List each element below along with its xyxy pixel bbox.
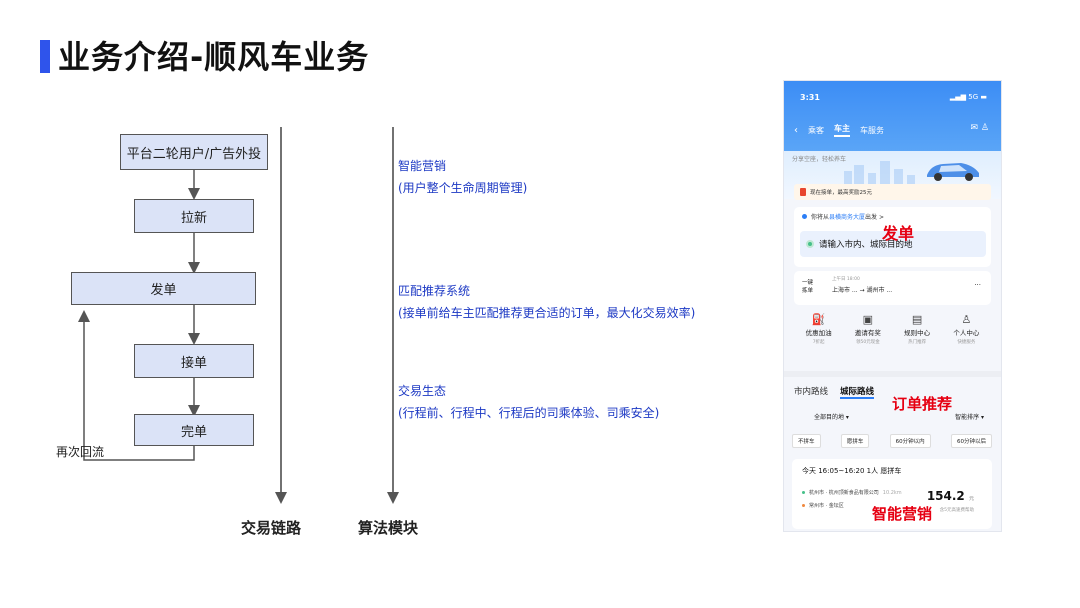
history-time: 上午日 18:00 bbox=[832, 277, 860, 282]
reward-text: 现在接单，最高奖励25元 bbox=[810, 190, 872, 196]
filter-chips: 不拼车 愿拼车 60分钟以内 60分钟以后 bbox=[792, 434, 992, 448]
service-fuel-label: 优惠加油 bbox=[805, 329, 832, 337]
service-invite[interactable]: ▣ 邀请有奖 领50元现金 bbox=[845, 313, 890, 363]
origin-dot-icon bbox=[802, 214, 807, 219]
service-fuel-sub: 7折起 bbox=[812, 340, 825, 345]
callout-dispatch: 发单 bbox=[882, 224, 915, 243]
loop-label: 再次回流 bbox=[56, 445, 105, 459]
profile-icon[interactable]: ♙ bbox=[981, 123, 989, 133]
service-profile-sub: 快捷服务 bbox=[957, 340, 976, 345]
destination-dot-icon bbox=[806, 240, 814, 248]
callout-marketing: 智能营销 bbox=[872, 505, 933, 523]
service-grid: ⛽ 优惠加油 7折起 ▣ 邀请有奖 领50元现金 ▤ 规则中心 热门推荐 ♙ 个… bbox=[794, 313, 991, 363]
chip-within-60[interactable]: 60分钟以内 bbox=[889, 434, 931, 448]
service-invite-sub: 领50元现金 bbox=[856, 340, 880, 345]
app-screenshot: 3:31 ▂▄▆ 5G ▬ ‹ 乘客 车主 车服务 ✉ ♙ 分享空座，轻松养车 … bbox=[783, 80, 1002, 532]
tab-city-route[interactable]: 市内路线 bbox=[794, 385, 828, 399]
service-fuel[interactable]: ⛽ 优惠加油 7折起 bbox=[796, 313, 841, 363]
algo-marketing-desc: (用户整个生命周期管理) bbox=[398, 181, 528, 195]
history-route-text: 上海市 ... → 湖州市 ... bbox=[832, 287, 893, 294]
chip-carpool[interactable]: 愿拼车 bbox=[840, 434, 870, 448]
history-route[interactable]: 一键 拣单 上午日 18:00 上海市 ... → 湖州市 ... ··· bbox=[794, 271, 991, 305]
service-rules-sub: 热门推荐 bbox=[908, 340, 927, 345]
flow-box-dispatch: 发单 bbox=[71, 272, 256, 305]
order-destination: 常州市 · 金坛区 bbox=[802, 502, 844, 509]
flow-box-acquire: 拉新 bbox=[134, 199, 254, 233]
algorithm-label: 算法模块 bbox=[358, 519, 419, 537]
more-icon[interactable]: ··· bbox=[974, 281, 981, 289]
reward-notice[interactable]: 现在接单，最高奖励25元 bbox=[794, 184, 991, 200]
quick-pick-label: 一键 拣单 bbox=[802, 280, 814, 294]
tab-passenger[interactable]: 乘客 bbox=[808, 125, 824, 136]
service-invite-label: 邀请有奖 bbox=[854, 329, 881, 337]
gift-icon: ▣ bbox=[862, 313, 874, 326]
algo-matching: 匹配推荐系统 (接单前给车主匹配推荐更合适的订单，最大化交易效率) bbox=[398, 280, 695, 324]
destination-filter[interactable]: 全部目的地 ▾ bbox=[814, 412, 849, 421]
chip-after-60[interactable]: 60分钟以后 bbox=[950, 434, 992, 448]
sort-filter[interactable]: 智能排序 ▾ bbox=[955, 412, 984, 421]
rules-icon: ▤ bbox=[911, 313, 923, 326]
algo-ecosystem-name: 交易生态 bbox=[398, 384, 447, 398]
chip-no-carpool[interactable]: 不拼车 bbox=[792, 434, 821, 448]
banner-text: 分享空座，轻松养车 bbox=[792, 156, 847, 163]
flow-box-source: 平台二轮用户/广告外投 bbox=[120, 134, 268, 170]
service-profile[interactable]: ♙ 个人中心 快捷服务 bbox=[944, 313, 989, 363]
algo-marketing: 智能营销 (用户整个生命周期管理) bbox=[398, 155, 527, 199]
service-rules-label: 规则中心 bbox=[904, 329, 931, 337]
algo-ecosystem-desc: (行程前、行程中、行程后的司乘体验、司乘安全) bbox=[398, 406, 660, 420]
message-icon[interactable]: ✉ bbox=[971, 123, 979, 133]
flow-box-complete: 完单 bbox=[134, 414, 254, 446]
tab-driver[interactable]: 车主 bbox=[834, 123, 850, 137]
callout-recommend: 订单推荐 bbox=[892, 395, 953, 413]
order-header: 今天 16:05~16:20 1人 愿拼车 bbox=[802, 467, 902, 475]
order-price: 154.2 元 bbox=[926, 489, 974, 503]
gas-station-icon: ⛽ bbox=[811, 313, 826, 326]
section-divider bbox=[784, 371, 1001, 377]
origin-line[interactable]: 你将从县横商务大厦出发 > bbox=[802, 212, 884, 221]
header-icons: ✉ ♙ bbox=[971, 123, 990, 133]
status-network: ▂▄▆ 5G ▬ bbox=[949, 93, 987, 101]
order-price-note: 含5元高速费帮助 bbox=[939, 508, 974, 513]
origin-link[interactable]: 县横商务大厦 bbox=[829, 214, 865, 221]
app-header: 3:31 ▂▄▆ 5G ▬ ‹ 乘客 车主 车服务 ✉ ♙ bbox=[784, 81, 1001, 151]
flow-box-accept: 接单 bbox=[134, 344, 254, 378]
car-icon bbox=[927, 163, 979, 181]
tab-intercity-route[interactable]: 城际路线 bbox=[840, 385, 875, 399]
algo-matching-desc: (接单前给车主匹配推荐更合适的订单，最大化交易效率) bbox=[398, 306, 696, 320]
reward-icon bbox=[800, 188, 806, 196]
status-time: 3:31 bbox=[800, 93, 820, 102]
trade-chain-label: 交易链路 bbox=[241, 519, 302, 537]
origin-bullet-icon bbox=[802, 491, 805, 494]
service-rules[interactable]: ▤ 规则中心 热门推荐 bbox=[895, 313, 940, 363]
algo-matching-name: 匹配推荐系统 bbox=[398, 284, 471, 298]
order-origin: 杭州市 · 杭州顶新食品有限公司 10.2km bbox=[802, 489, 902, 496]
service-profile-label: 个人中心 bbox=[953, 329, 980, 337]
destination-bullet-icon bbox=[802, 504, 805, 507]
app-tabs: ‹ 乘客 车主 车服务 bbox=[794, 123, 884, 137]
algo-ecosystem: 交易生态 (行程前、行程中、行程后的司乘体验、司乘安全) bbox=[398, 380, 659, 424]
tab-car-service[interactable]: 车服务 bbox=[860, 125, 884, 136]
route-tabs: 市内路线 城际路线 bbox=[794, 385, 875, 399]
algo-marketing-name: 智能营销 bbox=[398, 159, 447, 173]
person-icon: ♙ bbox=[961, 313, 972, 326]
back-icon[interactable]: ‹ bbox=[794, 125, 798, 136]
